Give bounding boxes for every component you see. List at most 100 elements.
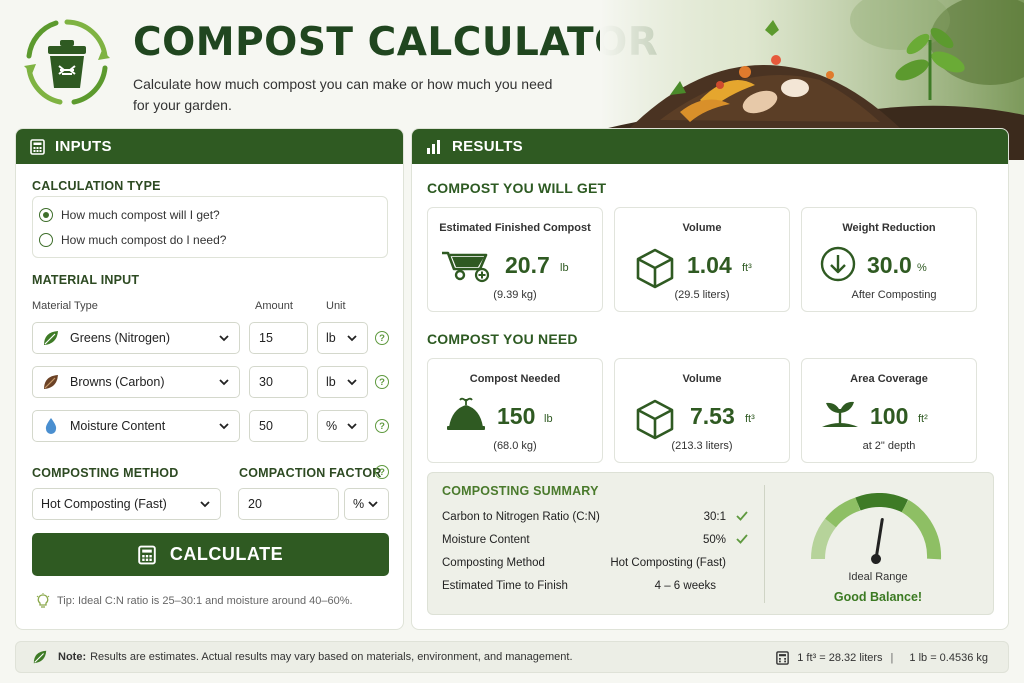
dry-leaf-icon (41, 372, 61, 392)
compost-needed-card: Compost Needed 150 lb (68.0 kg) (427, 358, 603, 463)
area-coverage-card: Area Coverage 100 ft² at 2" depth (801, 358, 977, 463)
page-title: COMPOST CALCULATOR (133, 20, 659, 65)
balance-gauge (810, 493, 942, 564)
compaction-factor-input[interactable]: 20 (238, 488, 339, 520)
compost-you-will-get-title: COMPOST YOU WILL GET (427, 180, 607, 196)
unit-select-greens[interactable]: lb (317, 322, 368, 354)
composting-summary: COMPOSTING SUMMARY Carbon to Nitrogen Ra… (427, 472, 994, 615)
summary-row-label: Moisture Content (442, 534, 530, 546)
bar-chart-icon (427, 140, 440, 154)
card-value: 150 (497, 403, 536, 429)
compost-you-need-title: COMPOST YOU NEED (427, 331, 578, 347)
material-type-value: Moisture Content (70, 419, 166, 433)
unit-select-moisture[interactable]: % (317, 410, 368, 442)
tip-label: Tip: Ideal C:N ratio is 25–30:1 and mois… (57, 595, 353, 607)
results-panel-header: RESULTS (412, 129, 1008, 164)
card-unit: % (917, 262, 927, 274)
help-icon[interactable]: ? (375, 331, 389, 345)
footer-note-bar: Note: Results are estimates. Actual resu… (15, 641, 1009, 673)
card-value: 7.53 (690, 403, 735, 429)
conversion-weight: 1 lb = 0.4536 kg (909, 652, 988, 664)
amount-input-greens[interactable]: 15 (249, 322, 308, 354)
chevron-down-icon (347, 379, 357, 386)
unit-value: % (326, 419, 338, 433)
results-panel-title: RESULTS (452, 138, 523, 155)
water-drop-icon (41, 416, 61, 436)
material-type-select-greens[interactable]: Greens (Nitrogen) (32, 322, 240, 354)
radio-indicator[interactable] (39, 233, 53, 247)
chevron-down-icon (219, 423, 229, 430)
radio-compost-need[interactable]: How much compost do I need? (39, 233, 226, 247)
unit-value: lb (326, 375, 336, 389)
card-subtext: After Composting (851, 289, 937, 301)
summary-row-value: 30:1 (703, 511, 726, 523)
results-panel: RESULTS COMPOST YOU WILL GET Estimated F… (411, 128, 1009, 630)
inputs-panel: INPUTS CALCULATION TYPE How much compost… (15, 128, 404, 630)
tip-text: Tip: Ideal C:N ratio is 25–30:1 and mois… (36, 593, 353, 609)
card-title: Weight Reduction (842, 222, 936, 234)
wheelbarrow-icon (442, 251, 490, 283)
note-label: Note: (58, 651, 87, 663)
radio-label: How much compost will I get? (61, 208, 220, 222)
cube-icon (636, 248, 674, 289)
card-title: Area Coverage (850, 373, 928, 385)
calculation-type-label: CALCULATION TYPE (32, 179, 161, 193)
chevron-down-icon (347, 335, 357, 342)
unit-select-browns[interactable]: lb (317, 366, 368, 398)
card-title: Volume (682, 222, 722, 234)
chevron-down-icon (368, 501, 378, 508)
material-type-value: Browns (Carbon) (70, 375, 165, 389)
compost-pile-icon (447, 397, 485, 430)
lightbulb-icon (36, 593, 50, 608)
card-value: 30.0 (867, 252, 912, 278)
card-unit: ft³ (745, 413, 755, 425)
composting-method-label: COMPOSTING METHOD (32, 466, 179, 480)
calculator-icon (138, 545, 156, 564)
composting-method-select[interactable]: Hot Composting (Fast) (32, 488, 221, 520)
conversion-volume: 1 ft³ = 28.32 liters (797, 652, 883, 664)
summary-row-label: Composting Method (442, 557, 545, 569)
calculate-button[interactable]: CALCULATE (32, 533, 389, 576)
summary-row-value: 50% (702, 534, 726, 546)
card-unit: lb (544, 413, 553, 425)
chevron-down-icon (219, 335, 229, 342)
radio-selected-indicator[interactable] (39, 208, 53, 222)
check-icon (736, 534, 748, 544)
arrow-down-circle-icon (820, 246, 856, 282)
help-icon[interactable]: ? (375, 465, 389, 479)
summary-row: Composting Method Hot Composting (Fast) (442, 557, 748, 569)
summary-row: Moisture Content 50% (442, 534, 748, 546)
help-icon[interactable]: ? (375, 375, 389, 389)
material-type-column-label: Material Type (32, 300, 98, 312)
summary-row-value: 4 – 6 weeks (654, 580, 716, 592)
card-value: 1.04 (687, 252, 732, 278)
material-input-label: MATERIAL INPUT (32, 273, 140, 287)
compost-bin-logo-icon (24, 19, 110, 105)
card-subtext: (213.3 liters) (671, 440, 733, 452)
card-value: 100 (870, 403, 909, 429)
material-type-select-moisture[interactable]: Moisture Content (32, 410, 240, 442)
gauge-needle (871, 517, 884, 564)
summary-row-value: Hot Composting (Fast) (610, 557, 726, 569)
inputs-panel-header: INPUTS (16, 129, 403, 164)
help-icon[interactable]: ? (375, 419, 389, 433)
card-subtext: at 2" depth (862, 440, 916, 452)
card-unit: ft² (918, 413, 928, 425)
card-subtext: (29.5 liters) (674, 289, 730, 301)
amount-input-moisture[interactable]: 50 (249, 410, 308, 442)
material-type-value: Greens (Nitrogen) (70, 331, 171, 345)
chevron-down-icon (200, 501, 210, 508)
calculate-button-label: CALCULATE (169, 544, 284, 564)
summary-row: Carbon to Nitrogen Ratio (C:N) 30:1 (442, 511, 748, 523)
compaction-unit-select[interactable]: % (344, 488, 389, 520)
card-subtext: (68.0 kg) (493, 440, 537, 452)
radio-compost-will-get[interactable]: How much compost will I get? (39, 208, 220, 222)
radio-label: How much compost do I need? (61, 233, 227, 247)
summary-row-label: Carbon to Nitrogen Ratio (C:N) (442, 511, 600, 523)
volume-need-card: Volume 7.53 ft³ (213.3 liters) (614, 358, 790, 463)
app-header: COMPOST CALCULATOR Calculate how much co… (0, 0, 1024, 160)
unit-value: lb (326, 331, 336, 345)
amount-input-browns[interactable]: 30 (249, 366, 308, 398)
material-type-select-browns[interactable]: Browns (Carbon) (32, 366, 240, 398)
finished-compost-card: Estimated Finished Compost 20.7 lb (9.39… (427, 207, 603, 312)
